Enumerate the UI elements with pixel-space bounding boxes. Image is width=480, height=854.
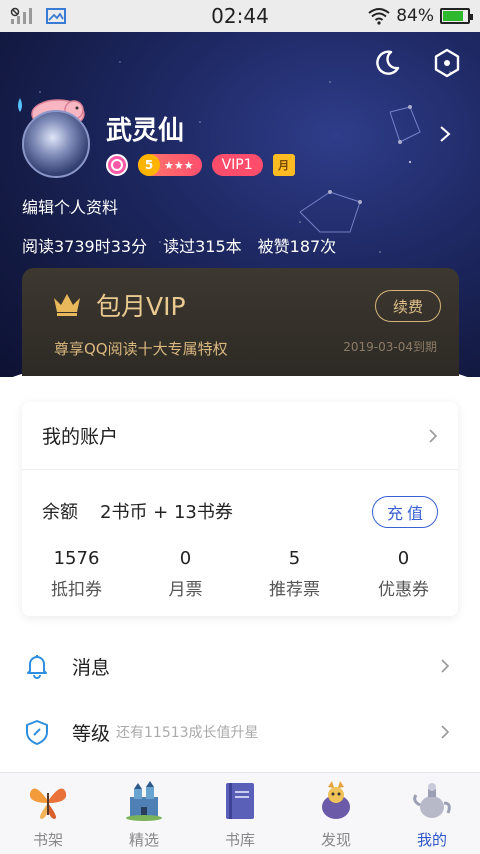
battery-percent: 84% bbox=[396, 6, 434, 26]
vip-card[interactable]: 包月VIP 续费 尊享QQ阅读十大专属特权 2019-03-04到期 bbox=[22, 268, 459, 376]
nav-label: 书架 bbox=[32, 831, 63, 849]
ticket-coupon[interactable]: 0 优惠券 bbox=[349, 548, 458, 600]
nav-label: 我的 bbox=[416, 831, 447, 849]
battery-level-fill bbox=[443, 11, 464, 21]
profile-chevron-right-icon[interactable] bbox=[438, 124, 452, 144]
nav-library[interactable]: 书库 bbox=[192, 773, 288, 854]
status-time: 02:44 bbox=[211, 4, 269, 28]
butterfly-icon bbox=[29, 788, 67, 819]
level-label: 等级 bbox=[72, 722, 111, 745]
shield-icon bbox=[26, 720, 48, 745]
wifi-icon bbox=[368, 8, 390, 25]
signal-off-icon bbox=[10, 7, 32, 24]
stat-books-read: 读过315本 bbox=[163, 237, 242, 256]
avatar[interactable] bbox=[22, 110, 90, 178]
vip-subtitle: 尊享QQ阅读十大专属特权 bbox=[54, 340, 228, 358]
castle-icon bbox=[126, 781, 162, 821]
nav-label: 书库 bbox=[224, 831, 255, 849]
chevron-right-icon bbox=[429, 428, 438, 443]
ticket-stats: 1576 抵扣券 0 月票 5 推荐票 0 优惠券 bbox=[22, 548, 458, 600]
moon-icon[interactable] bbox=[372, 48, 402, 78]
header-actions bbox=[372, 48, 462, 78]
bell-icon bbox=[27, 655, 47, 679]
level-hint: 还有11513成长值升星 bbox=[116, 725, 259, 741]
stat-read-time: 阅读3739时33分 bbox=[22, 237, 148, 256]
book-icon bbox=[226, 783, 254, 819]
ticket-deduction[interactable]: 1576 抵扣券 bbox=[22, 548, 131, 600]
recharge-button[interactable]: 充值 bbox=[372, 496, 438, 528]
vip-renew-button[interactable]: 续费 bbox=[375, 290, 441, 322]
ticket-value: 0 bbox=[179, 548, 192, 569]
level-stars: ★★★ bbox=[164, 158, 194, 172]
nav-mine[interactable]: 我的 bbox=[384, 773, 480, 854]
ticket-value: 0 bbox=[397, 548, 410, 569]
stat-likes: 被赞187次 bbox=[257, 237, 337, 256]
vip-badge[interactable]: VIP1 bbox=[211, 154, 263, 176]
qq-badge-icon[interactable] bbox=[106, 154, 128, 176]
ticket-value: 5 bbox=[288, 548, 301, 569]
chevron-right-icon bbox=[441, 659, 450, 673]
my-account-title: 我的账户 bbox=[42, 426, 119, 448]
nav-label: 发现 bbox=[320, 831, 351, 849]
reading-stats: 阅读3739时33分 读过315本 被赞187次 bbox=[22, 233, 336, 257]
balance-value: 2书币 + 13书券 bbox=[100, 502, 233, 523]
username[interactable]: 武灵仙 bbox=[106, 110, 184, 147]
balance: 余额 2书币 + 13书券 bbox=[42, 498, 233, 524]
ticket-monthly[interactable]: 0 月票 bbox=[131, 548, 240, 600]
gallery-icon bbox=[46, 8, 66, 24]
nav-featured[interactable]: 精选 bbox=[96, 773, 192, 854]
messages-row[interactable]: 消息 bbox=[0, 634, 480, 698]
my-account-row[interactable]: 我的账户 bbox=[22, 402, 458, 470]
balance-label: 余额 bbox=[42, 502, 78, 523]
vip-title: 包月VIP bbox=[96, 292, 186, 321]
ticket-label: 推荐票 bbox=[269, 580, 320, 600]
status-bar: 02:44 84% bbox=[0, 0, 480, 32]
ticket-label: 月票 bbox=[168, 580, 203, 600]
settings-hexagon-icon[interactable] bbox=[432, 48, 462, 78]
level-badge[interactable]: 5 ★★★ bbox=[138, 154, 202, 176]
teapot-icon bbox=[413, 783, 451, 818]
crown-icon bbox=[54, 294, 80, 316]
creature-icon bbox=[322, 781, 350, 819]
messages-label: 消息 bbox=[72, 656, 111, 679]
ticket-label: 优惠券 bbox=[378, 580, 429, 600]
account-card: 我的账户 余额 2书币 + 13书券 充值 1576 抵扣券 0 月票 5 推荐… bbox=[22, 402, 458, 616]
battery-icon bbox=[440, 8, 473, 24]
level-number: 5 bbox=[138, 154, 160, 176]
nav-bookshelf[interactable]: 书架 bbox=[0, 773, 96, 854]
constellation-decoration bbox=[299, 105, 421, 233]
ticket-label: 抵扣券 bbox=[51, 580, 102, 600]
profile-badges: 5 ★★★ VIP1 月 bbox=[106, 154, 295, 176]
ticket-value: 1576 bbox=[53, 548, 100, 569]
nav-discover[interactable]: 发现 bbox=[288, 773, 384, 854]
level-row[interactable]: 等级 还有11513成长值升星 bbox=[0, 700, 480, 764]
bottom-nav: 书架 精选 书库 发现 我的 bbox=[0, 772, 480, 854]
chevron-right-icon bbox=[441, 725, 450, 739]
vip-expiry: 2019-03-04到期 bbox=[343, 340, 437, 354]
edit-profile-link[interactable]: 编辑个人资料 bbox=[22, 194, 118, 218]
ticket-recommend[interactable]: 5 推荐票 bbox=[240, 548, 349, 600]
nav-label: 精选 bbox=[128, 831, 159, 849]
monthly-badge-icon[interactable]: 月 bbox=[272, 154, 295, 176]
